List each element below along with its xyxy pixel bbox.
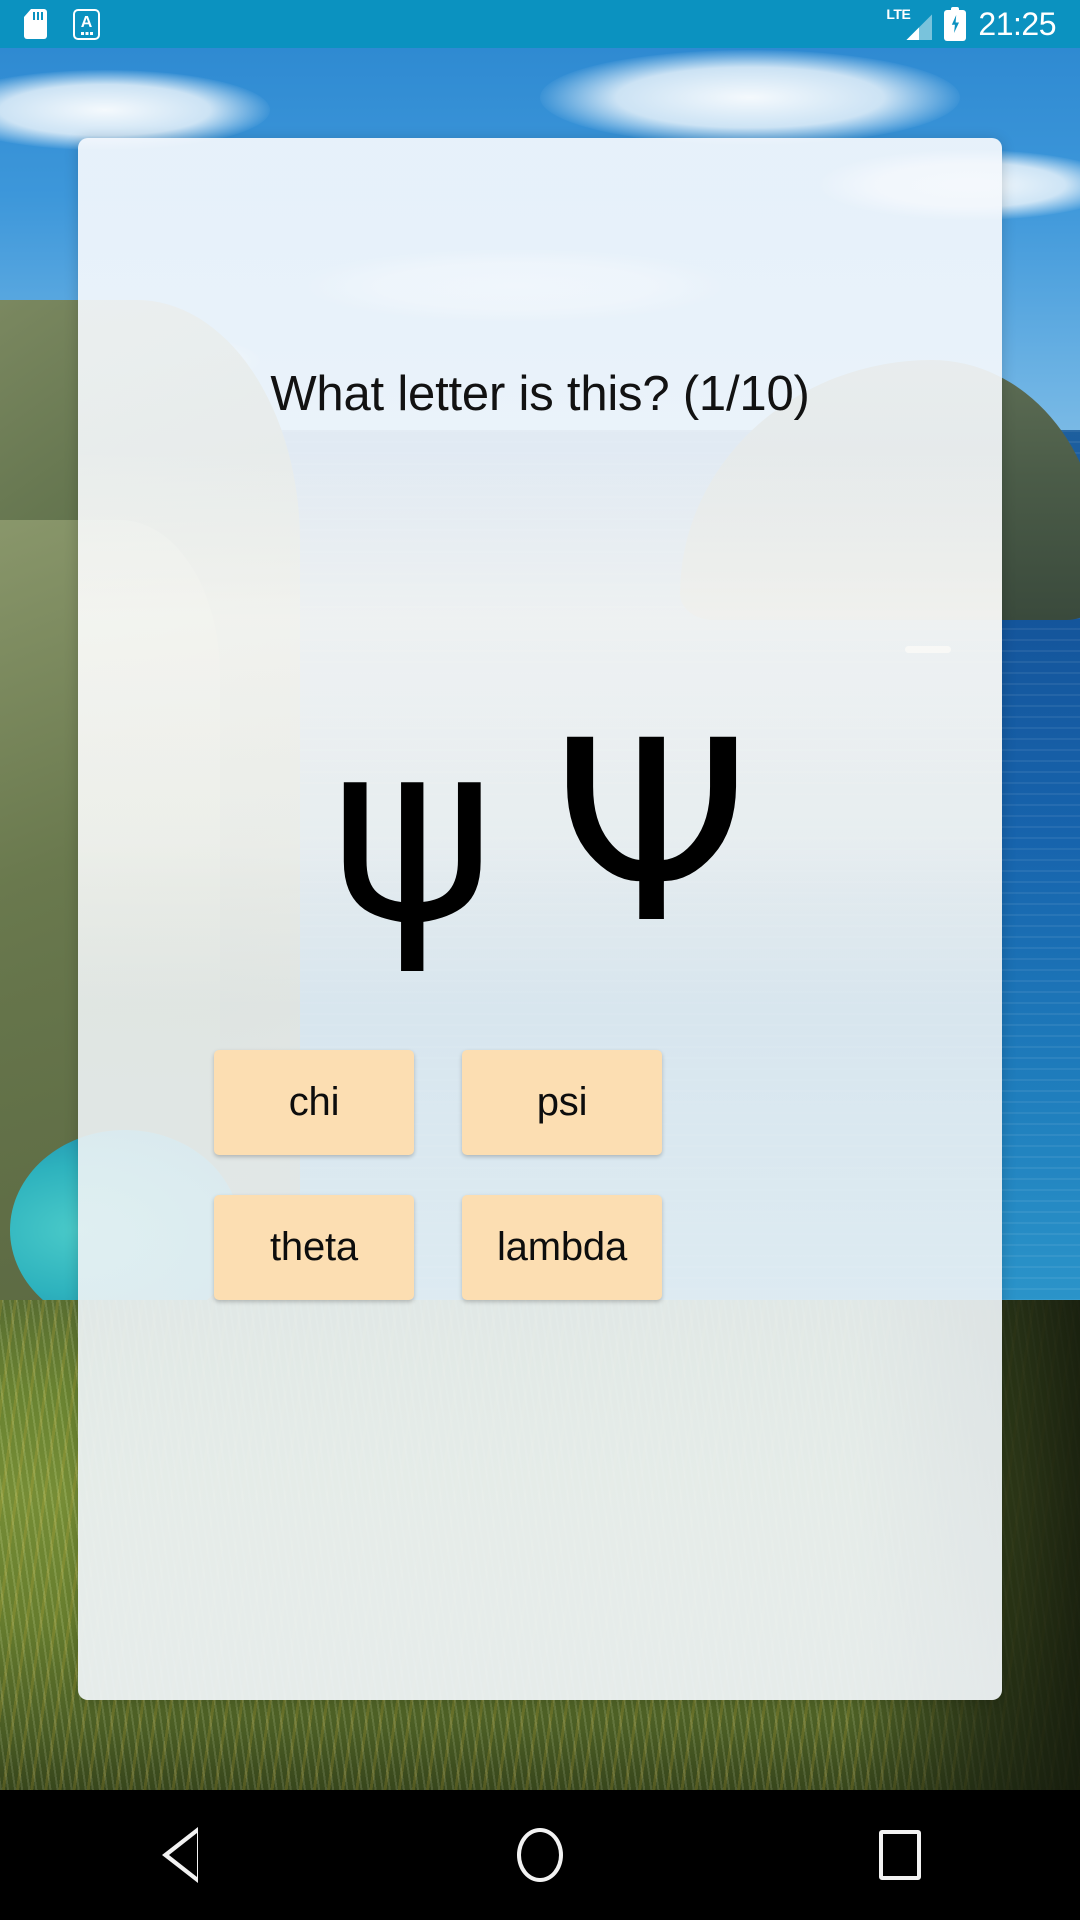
battery-charging-icon (944, 7, 967, 41)
answer-button-lambda[interactable]: lambda (462, 1195, 662, 1300)
status-bar-right-icons: LTE 21:25 (886, 6, 1056, 42)
sd-card-notch (24, 9, 31, 17)
greek-letter-lowercase: ψ (330, 687, 496, 978)
font-a-icon: A (73, 8, 100, 40)
wallpaper-cloud (540, 50, 960, 145)
home-button[interactable] (360, 1790, 720, 1920)
greek-letter-uppercase: Ψ (553, 687, 750, 978)
signal-bars-filled (906, 27, 920, 40)
back-triangle-icon (162, 1827, 198, 1883)
status-bar-left-icons: A (24, 8, 100, 40)
font-a-icon-letter: A (80, 13, 93, 31)
question-title: What letter is this? (1/10) (270, 367, 810, 421)
home-circle-icon (517, 1828, 563, 1882)
phone-screen: A LTE 21:25 What letter is this? (1/10) … (0, 0, 1080, 1920)
lte-label: LTE (886, 6, 911, 22)
answer-button-chi[interactable]: chi (214, 1050, 414, 1155)
status-bar: A LTE 21:25 (0, 0, 1080, 48)
font-a-icon-dots (80, 31, 93, 35)
android-navigation-bar (0, 1790, 1080, 1920)
sd-card-icon (24, 9, 47, 39)
status-bar-clock: 21:25 (978, 6, 1056, 42)
answer-options-grid: chi psi theta lambda (214, 1050, 866, 1300)
quiz-card: What letter is this? (1/10) ψ Ψ chi psi … (78, 138, 1002, 1700)
answer-button-psi[interactable]: psi (462, 1050, 662, 1155)
lte-signal-icon: LTE (886, 6, 933, 40)
recents-square-icon (879, 1830, 921, 1880)
recents-button[interactable] (720, 1790, 1080, 1920)
back-button[interactable] (0, 1790, 360, 1920)
answer-button-theta[interactable]: theta (214, 1195, 414, 1300)
letter-display: ψ Ψ (78, 708, 1002, 958)
